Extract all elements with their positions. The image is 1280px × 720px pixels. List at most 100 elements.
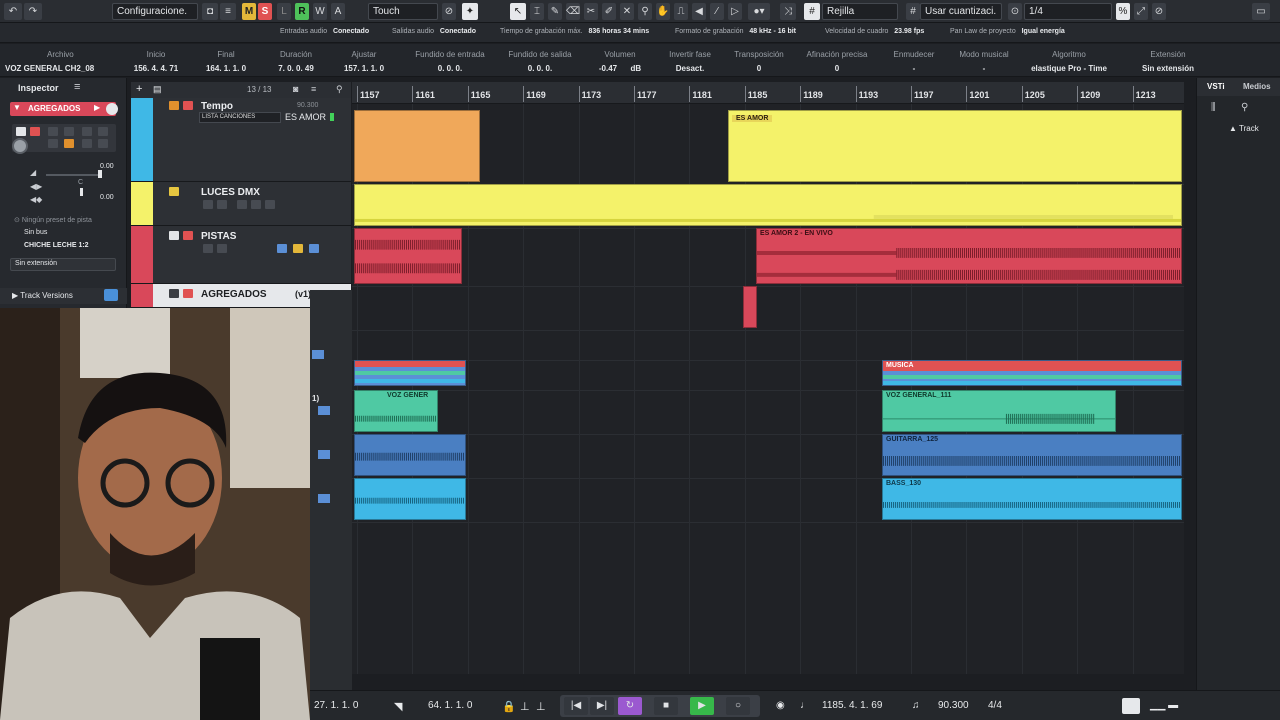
zoom-tool-icon[interactable]: ⚲	[638, 3, 652, 20]
info-musical-mode[interactable]: Modo musical -	[952, 50, 1016, 73]
track-versions-section[interactable]: ▶ Track Versions	[0, 288, 127, 304]
track-name-agregados[interactable]: AGREGADOS	[201, 289, 267, 300]
info-algorithm[interactable]: Algoritmo elastique Pro - Time	[1024, 50, 1114, 73]
punch-out-icon[interactable]: ⊥	[536, 700, 546, 713]
extension-select[interactable]: Sin extensión	[10, 258, 116, 271]
mute-tool-icon[interactable]: ✕	[620, 3, 634, 20]
inspector-lock-icon[interactable]	[64, 139, 74, 148]
info-mute[interactable]: Enmudecer -	[884, 50, 944, 73]
event-musica-left[interactable]	[354, 360, 466, 386]
mute-button[interactable]: M	[242, 3, 256, 20]
window-layout-icon[interactable]: ▭	[1252, 3, 1270, 20]
iq-icon[interactable]: %	[1116, 3, 1130, 20]
crossfade-icon[interactable]: ⤨	[780, 3, 796, 20]
tempo-value[interactable]: 90.300	[297, 102, 318, 109]
quantize-apply-icon[interactable]: ⤢	[1134, 3, 1148, 20]
event-es-amor-vivo[interactable]: ES AMOR 2 - EN VIVO	[756, 228, 1182, 284]
volume-slider[interactable]	[46, 174, 102, 176]
versions-icon[interactable]	[104, 289, 118, 301]
tab-vsti[interactable]: VSTi	[1207, 82, 1225, 91]
go-to-end-icon[interactable]: ▶|	[590, 697, 614, 715]
info-start[interactable]: Inicio 156. 4. 4. 71	[126, 50, 186, 73]
comp-tool-icon[interactable]: ⎍	[674, 3, 688, 20]
inspector-lock-button[interactable]	[98, 127, 108, 136]
output-bus[interactable]: CHICHE LECHE 1:2	[24, 242, 89, 249]
luces-edit-button[interactable]	[237, 200, 247, 209]
luces-monitor-button[interactable]	[265, 200, 275, 209]
zoom-bar-icon[interactable]: ▁▁ ▬	[1150, 700, 1178, 711]
event-tempo-orange[interactable]	[354, 110, 480, 182]
grid-icon[interactable]: #	[804, 3, 820, 20]
tempo-mute-icon[interactable]	[169, 101, 179, 110]
left-locator-icon[interactable]: ◥	[394, 700, 402, 713]
read-button[interactable]: R	[295, 3, 309, 20]
track-preset[interactable]: ⊙ Ningún preset de pista	[14, 216, 92, 224]
play-tool-icon[interactable]: ▷	[728, 3, 742, 20]
luces-mute-button[interactable]	[169, 187, 179, 196]
listen-button[interactable]: L	[277, 3, 291, 20]
automation-mode-select[interactable]: Touch	[368, 3, 438, 20]
song-list-select[interactable]: LISTA CANCIONES	[199, 112, 281, 123]
info-fine-tune[interactable]: Afinación precisa 0	[802, 50, 872, 73]
inspector-track-header[interactable]: ▼ AGREGADOS ▶	[10, 102, 116, 116]
vsti-rack-icon[interactable]: ⫼	[1211, 102, 1216, 113]
pistas-settings-button[interactable]	[309, 244, 319, 253]
info-transpose[interactable]: Transposición 0	[728, 50, 790, 73]
add-track-icon[interactable]: +	[136, 83, 142, 95]
quantize-value-select[interactable]: 1/4	[1024, 3, 1112, 20]
event-pistas-left[interactable]	[354, 228, 462, 284]
solo-button[interactable]: S	[258, 3, 272, 20]
info-length[interactable]: Duración 7. 0. 0. 49	[266, 50, 326, 73]
automation-a-button[interactable]: A	[331, 3, 345, 20]
pan-value[interactable]: 0.00	[100, 194, 114, 201]
track-luces-dmx[interactable]: LUCES DMX	[131, 182, 351, 226]
agregados-solo-button[interactable]	[183, 289, 193, 298]
range-tool-icon[interactable]: ⌶	[530, 3, 544, 20]
mixer-icon[interactable]	[1122, 698, 1140, 714]
inspector-rec-button[interactable]	[48, 139, 58, 148]
right-locator[interactable]: 64. 1. 1. 0	[428, 700, 472, 711]
event-musica[interactable]: MUSICA	[882, 360, 1182, 386]
strip-icon-4[interactable]	[318, 494, 330, 503]
glue-tool-icon[interactable]: ✐	[602, 3, 616, 20]
inspector-monitor-button[interactable]	[82, 127, 92, 136]
luces-w-button[interactable]	[217, 200, 227, 209]
click-icon[interactable]: ♫	[912, 700, 920, 711]
track-tempo[interactable]: Tempo 90.300 LISTA CANCIONES ES AMOR	[131, 98, 351, 182]
arrange-window[interactable]: ES AMOR ES AMOR 2 - EN VIVO MUSICA VOZ G…	[352, 104, 1184, 674]
play-button[interactable]: ▶	[690, 697, 714, 715]
search-icon[interactable]: ⚲	[336, 84, 343, 95]
menu-icon[interactable]: ≡	[74, 81, 80, 93]
camera-icon[interactable]: ◘	[202, 3, 218, 20]
inspector-eq-button[interactable]	[82, 139, 92, 148]
strip-icon-3[interactable]	[318, 450, 330, 459]
inspector-r-button[interactable]	[48, 127, 58, 136]
event-es-amor[interactable]: ES AMOR	[728, 110, 1182, 182]
metronome-note-icon[interactable]: ♩	[800, 700, 810, 711]
record-button[interactable]: ○	[726, 697, 750, 715]
luces-midi-button[interactable]	[251, 200, 261, 209]
snap-type-select[interactable]: Rejilla	[822, 3, 898, 20]
split-tool-icon[interactable]: ✂	[584, 3, 598, 20]
cycle-button[interactable]: ↻	[618, 697, 642, 715]
input-bus[interactable]: Sin bus	[24, 229, 47, 236]
undo-icon[interactable]: ↶	[4, 3, 22, 20]
info-extension[interactable]: Extensión Sin extensión	[1130, 50, 1206, 73]
collapse-icon[interactable]: ▼	[13, 103, 21, 112]
stop-button[interactable]: ■	[654, 697, 678, 715]
track-name-pistas[interactable]: PISTAS	[201, 231, 236, 242]
signature-display[interactable]: 4/4	[988, 700, 1002, 711]
go-to-start-icon[interactable]: |◀	[564, 697, 588, 715]
track-pistas[interactable]: PISTAS	[131, 226, 351, 284]
info-file[interactable]: Archivo VOZ GENERAL CH2_08	[5, 50, 115, 73]
hand-tool-icon[interactable]: ✋	[656, 3, 670, 20]
tab-medios[interactable]: Medios	[1243, 82, 1271, 91]
pistas-solo-button[interactable]	[183, 231, 193, 240]
volume-handle[interactable]	[98, 170, 102, 178]
inspector-settings-icon[interactable]	[98, 139, 108, 148]
strip-icon-2[interactable]	[318, 406, 330, 415]
pistas-w-button[interactable]	[217, 244, 227, 253]
info-fade-in[interactable]: Fundido de entrada 0. 0. 0.	[410, 50, 490, 73]
pistas-eq-button[interactable]	[277, 244, 287, 253]
pan-handle[interactable]	[80, 188, 83, 196]
